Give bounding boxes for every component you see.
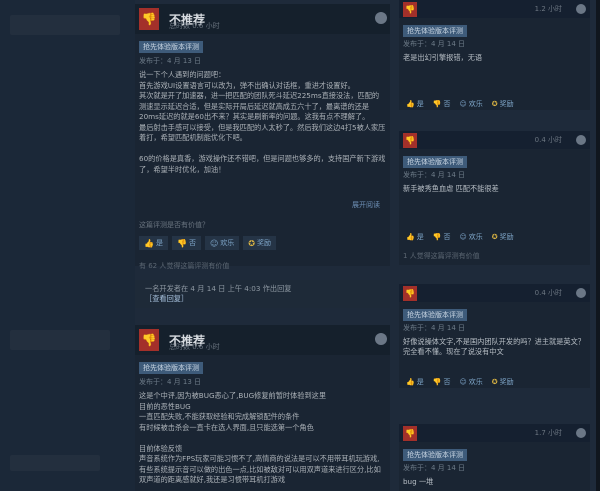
- expand-link[interactable]: 展开阅读: [352, 200, 380, 210]
- review-header: 👎 不推荐 总时数 0.6 小时: [135, 325, 390, 355]
- award-icon: ✪: [491, 233, 498, 241]
- vote-no-button[interactable]: 👎 否: [430, 98, 454, 110]
- helpful-question: 这篇评测是否有价值？: [139, 221, 209, 229]
- review-text: 新手被秀鱼血虐 匹配不能很差: [403, 184, 499, 193]
- award-button[interactable]: ✪ 奖励: [243, 236, 276, 250]
- hours-played: 1.7 小时: [534, 429, 562, 437]
- early-access-badge: 抢先体验版本评测: [403, 449, 467, 461]
- thumbs-down-icon: 👎: [403, 425, 417, 441]
- award-button[interactable]: ✪ 奖励: [489, 231, 517, 243]
- thumbs-down-icon: 👎: [139, 329, 159, 351]
- review-text: 好像说操体文字,不是国内团队开发的吗？进主就是英文？完全看不懂。现在了说没有中文: [403, 337, 585, 356]
- side-review-card: 👎 1.2 小时 抢先体验版本评测 发布于：4 月 14 日 老是出幻引擎报错，…: [399, 0, 590, 110]
- side-review-header: 👎 0.4 小时: [399, 284, 590, 302]
- scrollbar[interactable]: [596, 0, 600, 491]
- review-body: 说一下个人遇到的问题吧： 首先游戏UI设置语言可以改为，弹不出确认对话框，重进才…: [139, 70, 386, 174]
- smile-icon: ☺: [459, 233, 467, 241]
- hours-played: 总时数 0.6 小时: [169, 343, 220, 351]
- blurred-row: [10, 455, 100, 471]
- vote-no-button[interactable]: 👎 否: [430, 376, 454, 388]
- hours-played: 0.4 小时: [534, 136, 562, 144]
- posted-date: 发布于：4 月 14 日: [403, 464, 466, 472]
- vote-yes-button[interactable]: 👍 是: [139, 236, 168, 250]
- vote-yes-button[interactable]: 👍 是: [403, 98, 427, 110]
- blurred-row: [10, 330, 110, 350]
- thumbs-down-icon: 👎: [432, 233, 442, 241]
- steam-icon: [576, 428, 586, 438]
- side-review-header: 👎 1.7 小时: [399, 424, 590, 442]
- hours-played: 0.4 小时: [534, 289, 562, 297]
- steam-icon: [576, 135, 586, 145]
- posted-date: 发布于：4 月 14 日: [403, 171, 466, 179]
- side-review-header: 👎 0.4 小时: [399, 131, 590, 149]
- vote-row: 👍 是 👎 否 ☺ 欢乐 ✪ 奖励: [403, 231, 517, 243]
- thumbs-down-icon: 👎: [403, 1, 417, 17]
- review-card: 👎 不推荐 总时数 0.6 小时 抢先体验版本评测 发布于：4 月 13 日 这…: [135, 325, 390, 491]
- posted-date: 发布于：4 月 13 日: [139, 378, 202, 386]
- posted-date: 发布于：4 月 13 日: [139, 57, 202, 65]
- review-text: 老是出幻引擎报错，无语: [403, 53, 483, 62]
- hours-played: 1.2 小时: [534, 5, 562, 13]
- thumbs-down-icon: 👎: [176, 238, 187, 248]
- review-text: bug 一堆: [403, 477, 434, 486]
- developer-response-text: 一名开发者在 4 月 14 日 上午 4:03 作出回复: [145, 284, 292, 293]
- vote-funny-button[interactable]: ☺ 欢乐: [456, 98, 485, 110]
- review-body: 这是个中评,因为被BUG恶心了,BUG修复前暂时体验到这里 目前的恶性BUG 一…: [139, 391, 381, 484]
- steam-icon: [576, 4, 586, 14]
- early-access-badge: 抢先体验版本评测: [139, 362, 203, 374]
- side-review-header: 👎 1.2 小时: [399, 0, 590, 18]
- early-access-badge: 抢先体验版本评测: [403, 156, 467, 168]
- review-header: 👎 不推荐 总时数 0.6 小时: [135, 4, 390, 34]
- blurred-row: [10, 15, 120, 35]
- thumbs-up-icon: 👍: [406, 100, 415, 108]
- steam-icon: [375, 12, 387, 24]
- side-review-card: 👎 0.4 小时 抢先体验版本评测 发布于：4 月 14 日 新手被秀鱼血虐 匹…: [399, 131, 590, 265]
- vote-no-button[interactable]: 👎 否: [430, 231, 454, 243]
- developer-response: 一名开发者在 4 月 14 日 上午 4:03 作出回复 ［查看回复］: [135, 280, 390, 308]
- smile-icon: ☺: [459, 378, 467, 386]
- thumbs-up-icon: 👍: [406, 378, 415, 386]
- thumbs-down-icon: 👎: [432, 100, 442, 108]
- thumbs-down-icon: 👎: [403, 132, 417, 148]
- thumbs-up-icon: 👍: [144, 238, 154, 248]
- vote-yes-button[interactable]: 👍 是: [403, 231, 427, 243]
- early-access-badge: 抢先体验版本评测: [403, 309, 467, 321]
- vote-row: 👍 是 👎 否 ☺ 欢乐 ✪ 奖励: [403, 98, 517, 110]
- early-access-badge: 抢先体验版本评测: [403, 25, 467, 37]
- early-access-badge: 抢先体验版本评测: [139, 41, 203, 53]
- vote-funny-button[interactable]: ☺ 欢乐: [456, 231, 485, 243]
- helpful-count: 有 62 人觉得这篇评测有价值: [139, 262, 230, 270]
- smile-icon: ☺: [459, 100, 467, 108]
- side-review-card: 👎 1.7 小时 抢先体验版本评测 发布于：4 月 14 日 bug 一堆: [399, 424, 590, 491]
- vote-yes-button[interactable]: 👍 是: [403, 376, 427, 388]
- vote-funny-button[interactable]: ☺ 欢乐: [456, 376, 485, 388]
- helpful-count: 1 人觉得这篇评测有价值: [403, 252, 480, 260]
- steam-icon: [375, 333, 387, 345]
- thumbs-down-icon: 👎: [403, 285, 417, 301]
- steam-icon: [576, 288, 586, 298]
- award-button[interactable]: ✪ 奖励: [489, 98, 517, 110]
- side-review-card: 👎 0.4 小时 抢先体验版本评测 发布于：4 月 14 日 好像说操体文字,不…: [399, 284, 590, 388]
- smile-icon: ☺: [209, 238, 219, 248]
- view-response-link[interactable]: ［查看回复］: [145, 294, 390, 304]
- thumbs-up-icon: 👍: [406, 233, 415, 241]
- thumbs-down-icon: 👎: [432, 378, 442, 386]
- left-sidebar-blurred: [0, 0, 135, 491]
- award-button[interactable]: ✪ 奖励: [489, 376, 517, 388]
- posted-date: 发布于：4 月 14 日: [403, 324, 466, 332]
- review-card: 👎 不推荐 总时数 0.6 小时 抢先体验版本评测 发布于：4 月 13 日 说…: [135, 4, 390, 270]
- award-icon: ✪: [491, 100, 498, 108]
- award-icon: ✪: [491, 378, 498, 386]
- vote-row: 👍 是 👎 否 ☺ 欢乐 ✪ 奖励: [139, 236, 276, 250]
- thumbs-down-icon: 👎: [139, 8, 159, 30]
- hours-played: 总时数 0.6 小时: [169, 22, 220, 30]
- vote-no-button[interactable]: 👎 否: [171, 236, 201, 250]
- vote-row: 👍 是 👎 否 ☺ 欢乐 ✪ 奖励: [403, 376, 517, 388]
- vote-funny-button[interactable]: ☺ 欢乐: [204, 236, 240, 250]
- award-icon: ✪: [248, 238, 255, 248]
- posted-date: 发布于：4 月 14 日: [403, 40, 466, 48]
